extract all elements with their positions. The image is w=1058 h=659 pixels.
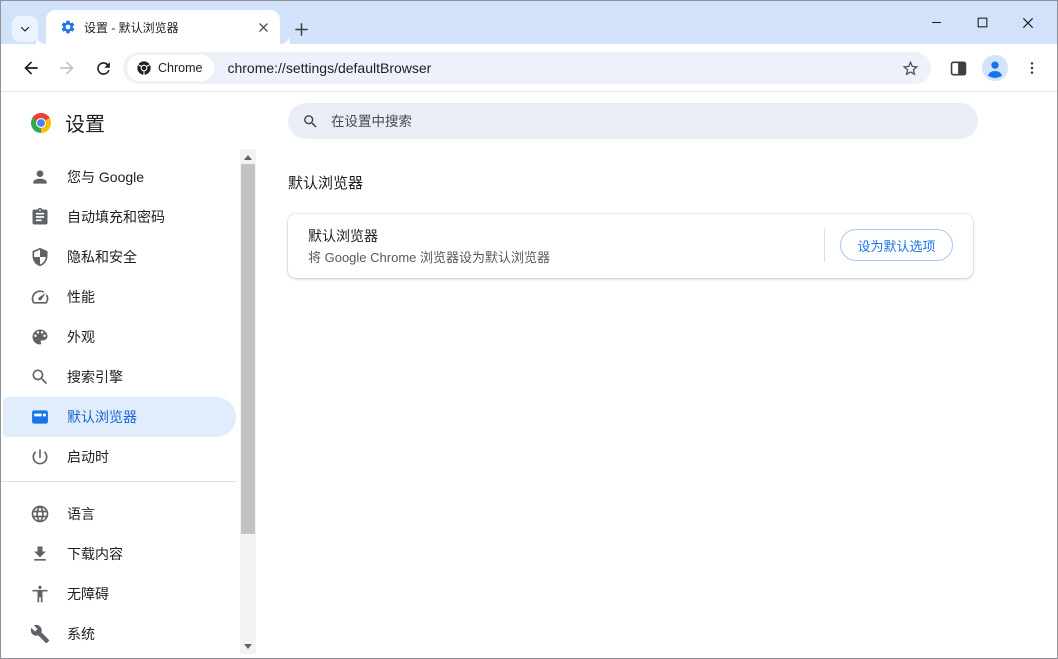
sidebar-item-globe[interactable]: 语言 <box>1 494 236 534</box>
tab-search-button[interactable] <box>12 16 38 42</box>
section-title: 默认浏览器 <box>288 172 363 193</box>
globe-icon <box>28 502 52 526</box>
sidebar-item-autofill[interactable]: 自动填充和密码 <box>1 197 236 237</box>
browser-icon <box>28 405 52 429</box>
shield-icon <box>28 245 52 269</box>
forward-arrow-icon <box>57 58 77 78</box>
wrench-icon <box>28 622 52 646</box>
back-arrow-icon <box>21 58 41 78</box>
sidebar-item-download[interactable]: 下载内容 <box>1 534 236 574</box>
close-icon <box>1021 16 1035 30</box>
speedometer-icon <box>28 285 52 309</box>
sidebar-item-label: 启动时 <box>67 447 109 467</box>
sidebar-item-label: 自动填充和密码 <box>67 207 165 227</box>
url-text[interactable]: chrome://settings/defaultBrowser <box>227 60 431 76</box>
scrollbar-thumb[interactable] <box>241 164 255 534</box>
sidebar-item-person[interactable]: 您与 Google <box>1 157 236 197</box>
settings-page-title: 设置 <box>65 108 105 137</box>
reload-icon <box>94 59 113 78</box>
minimize-icon <box>930 16 943 29</box>
tab-strip: 设置 - 默认浏览器 <box>1 1 1057 44</box>
tab-close-icon[interactable] <box>254 18 272 36</box>
sidebar-item-shield[interactable]: 隐私和安全 <box>1 237 236 277</box>
sidebar-item-search[interactable]: 搜索引擎 <box>1 357 236 397</box>
default-browser-card: 默认浏览器 将 Google Chrome 浏览器设为默认浏览器 设为默认选项 <box>288 214 973 278</box>
sidebar-item-label: 隐私和安全 <box>67 247 137 267</box>
accessibility-icon <box>28 582 52 606</box>
sidebar-item-label: 您与 Google <box>67 167 144 187</box>
sidebar-item-label: 语言 <box>67 504 95 524</box>
site-info-chip[interactable]: Chrome <box>127 55 214 81</box>
minimize-button[interactable] <box>913 1 959 44</box>
tab-title: 设置 - 默认浏览器 <box>84 19 254 36</box>
sidebar-divider <box>1 481 236 482</box>
sidebar-item-palette[interactable]: 外观 <box>1 317 236 357</box>
maximize-icon <box>976 16 989 29</box>
chevron-down-icon <box>19 23 31 35</box>
star-icon <box>901 59 920 78</box>
sidebar-item-wrench[interactable]: 系统 <box>1 614 236 654</box>
gear-favicon-icon <box>60 19 76 35</box>
sidebar-item-label: 系统 <box>67 624 95 644</box>
bookmark-star-button[interactable] <box>899 57 921 79</box>
content-scrollbar[interactable] <box>240 149 256 654</box>
autofill-icon <box>28 205 52 229</box>
avatar-icon <box>982 55 1008 81</box>
browser-menu-button[interactable] <box>1018 54 1046 82</box>
settings-brand: 设置 <box>29 108 105 137</box>
chip-label: Chrome <box>158 61 202 75</box>
card-title: 默认浏览器 <box>308 226 378 246</box>
settings-search-input[interactable] <box>329 113 929 130</box>
settings-sidebar: 您与 Google 自动填充和密码隐私和安全性能外观搜索引擎默认浏览器启动时语言下… <box>1 149 236 654</box>
sidebar-item-accessibility[interactable]: 无障碍 <box>1 574 236 614</box>
three-dot-menu-icon <box>1024 60 1040 76</box>
power-icon <box>28 445 52 469</box>
card-subtitle: 将 Google Chrome 浏览器设为默认浏览器 <box>308 247 550 266</box>
sidebar-item-label: 性能 <box>67 287 95 307</box>
sidebar-item-browser[interactable]: 默认浏览器 <box>3 397 236 437</box>
settings-search-bar[interactable] <box>288 103 978 139</box>
sidebar-item-speedometer[interactable]: 性能 <box>1 277 236 317</box>
reload-button[interactable] <box>89 54 117 82</box>
window-controls <box>913 1 1051 44</box>
forward-button[interactable] <box>53 54 81 82</box>
settings-header: 设置 <box>1 92 1057 149</box>
new-tab-button[interactable] <box>289 17 313 41</box>
side-panel-icon <box>949 59 968 78</box>
sidebar-item-label: 外观 <box>67 327 95 347</box>
download-icon <box>28 542 52 566</box>
sidebar-item-label: 默认浏览器 <box>67 407 137 427</box>
close-window-button[interactable] <box>1005 1 1051 44</box>
browser-window: 设置 - 默认浏览器 <box>0 0 1058 659</box>
chrome-mono-icon <box>136 60 152 76</box>
tab-settings[interactable]: 设置 - 默认浏览器 <box>46 10 280 44</box>
search-icon <box>28 365 52 389</box>
sidebar-item-label: 搜索引擎 <box>67 367 123 387</box>
scrollbar-down-arrow[interactable] <box>240 639 256 653</box>
chrome-logo-icon <box>29 111 53 135</box>
make-default-button[interactable]: 设为默认选项 <box>840 229 953 261</box>
person-icon <box>28 165 52 189</box>
profile-avatar-button[interactable] <box>981 54 1009 82</box>
card-divider <box>824 229 825 262</box>
palette-icon <box>28 325 52 349</box>
scrollbar-up-arrow[interactable] <box>240 150 256 164</box>
browser-toolbar: Chrome chrome://settings/defaultBrowser <box>1 44 1057 92</box>
sidebar-item-power[interactable]: 启动时 <box>1 437 236 477</box>
sidebar-item-label: 无障碍 <box>67 584 109 604</box>
back-button[interactable] <box>17 54 45 82</box>
search-icon <box>302 113 319 130</box>
sidebar-item-label: 下载内容 <box>67 544 123 564</box>
omnibox[interactable]: Chrome chrome://settings/defaultBrowser <box>123 52 931 84</box>
maximize-button[interactable] <box>959 1 1005 44</box>
side-panel-button[interactable] <box>944 54 972 82</box>
